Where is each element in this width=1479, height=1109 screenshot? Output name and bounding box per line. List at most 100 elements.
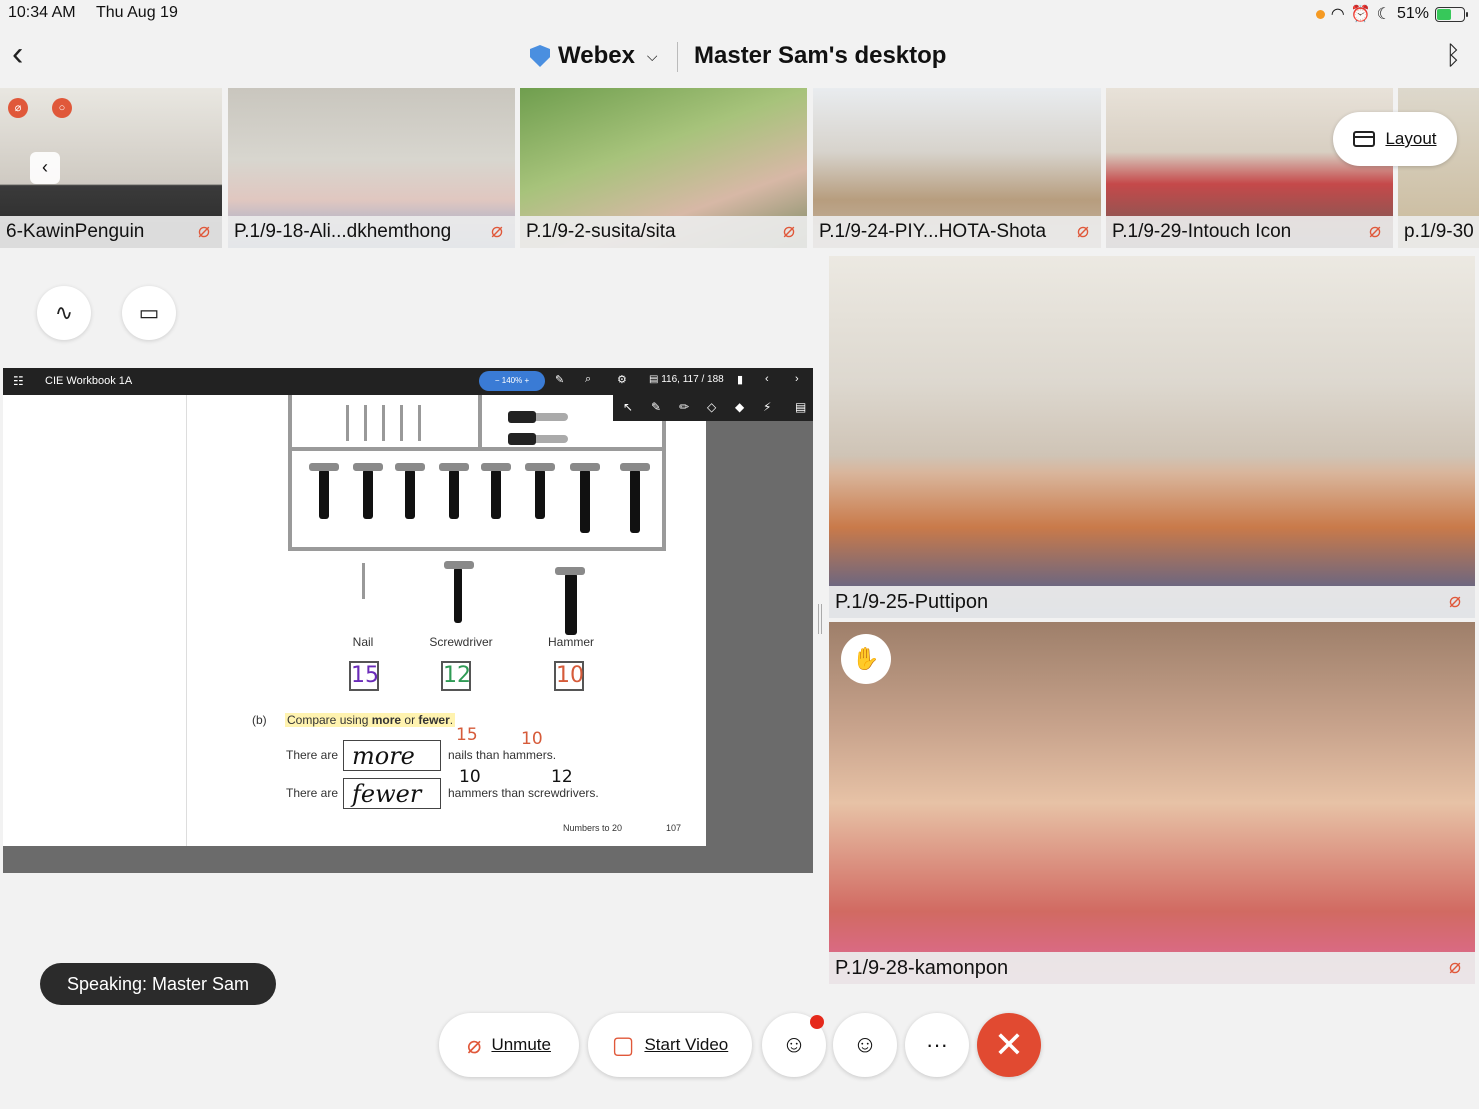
screwdriver-image [508,411,568,423]
video-tile[interactable]: P.1/9-25-Puttipon ⌀ [829,256,1475,618]
mute-indicator-icon: ⌀ [8,98,28,118]
edit-icon[interactable]: ✎ [555,373,564,386]
status-time: 10:34 AM [8,4,76,21]
mic-off-icon: ⌀ [1076,220,1089,242]
participant-name-bar: 6-KawinPenguin [0,216,222,248]
page-total: / 188 [701,374,724,385]
participant-tile[interactable]: P.1/9-29-Intouch Icon ⌀ [1106,88,1393,248]
handwritten-number: 10 [459,767,481,787]
prev-page-icon[interactable]: ‹ [765,373,769,385]
pointer-icon[interactable]: ↖ [623,400,633,414]
header-divider [677,42,678,72]
sentence-suffix: nails than hammers. [448,748,557,762]
layout-button[interactable]: Layout [1333,112,1457,166]
participant-name-bar: P.1/9-28-kamonpon [829,952,1475,984]
mic-in-use-indicator-icon [1315,9,1325,19]
screwdriver-label: Screwdriver [429,635,493,649]
nail-count: 15 [349,661,379,691]
start-video-label: Start Video [644,1035,729,1054]
mic-off-icon: ⌀ [197,220,210,242]
laser-icon[interactable]: ⚡ [763,400,771,414]
unmute-label: Unmute [491,1035,551,1054]
participant-name: P.1/9-24-PIY...HOTA-Shota [819,221,1047,242]
save-icon[interactable]: ▤ [795,400,806,414]
start-video-button[interactable]: ▢ Start Video [588,1013,752,1077]
nail-image [364,405,367,441]
mic-off-icon: ⌀ [467,1031,482,1059]
leave-meeting-button[interactable]: ✕ [977,1013,1041,1077]
mic-off-icon: ⌀ [1448,590,1461,612]
participant-tile[interactable]: P.1/9-18-Ali...dkhemthong ⌀ [228,88,515,248]
video-tile[interactable]: ✋ P.1/9-28-kamonpon ⌀ [829,622,1475,984]
zoom-control[interactable]: − 140% + [479,371,545,391]
search-icon[interactable]: ⌕ [585,373,591,386]
nail-image [382,405,385,441]
shield-icon [530,45,550,67]
app-switcher[interactable]: Webex ⌵ [530,42,658,70]
app-name: Webex [558,42,635,69]
bookmark-icon[interactable]: ▮ [737,373,743,386]
participant-name: P.1/9-25-Puttipon [835,590,989,613]
nail-image [400,405,403,441]
hammer-image [395,463,425,519]
participant-name-bar: P.1/9-25-Puttipon [829,586,1475,618]
participant-name: P.1/9-28-kamonpon [835,956,1009,979]
unmute-button[interactable]: ⌀ Unmute [439,1013,579,1077]
video-off-icon: ▢ [611,1031,635,1059]
mic-off-icon: ⌀ [782,220,795,242]
hammer-image [525,463,555,519]
share-screen-button[interactable]: ▭ [122,286,176,340]
clear-icon[interactable]: ◆ [735,400,744,414]
participant-name: P.1/9-29-Intouch Icon [1112,221,1292,242]
participant-name-bar: P.1/9-2-susita/sita [520,216,807,248]
bluetooth-icon[interactable]: ᛒ [1445,40,1461,71]
hammer-legend-image [555,567,585,635]
nail-legend-image [362,563,365,599]
speaking-indicator: Speaking: Master Sam [40,963,276,1005]
close-icon: ✕ [993,1024,1025,1065]
doc-toolbar: ☷ CIE Workbook 1A − 140% + ✎ ⌕ ⚙ ▤ 116, … [3,368,813,395]
highlighter-icon[interactable]: ✎ [651,400,661,414]
annotate-button[interactable]: ∿ [37,286,91,340]
part-label: (b) [252,713,267,727]
workbook-page: Nail Screwdriver Hammer 15 12 10 (b) Com… [3,395,706,846]
participants-button[interactable]: ☺ [762,1013,826,1077]
shared-screen[interactable]: ☷ CIE Workbook 1A − 140% + ✎ ⌕ ⚙ ▤ 116, … [3,368,813,873]
screen-share-icon: ▭ [138,300,160,325]
status-date: Thu Aug 19 [96,4,178,21]
zoom-level: 140% [501,376,523,385]
question-title: Compare using more or fewer. [285,713,456,727]
layout-label: Layout [1385,129,1437,148]
participant-name: p.1/9-30 [1404,221,1474,242]
pen-icon[interactable]: ✏ [679,400,689,414]
hammer-image [309,463,339,519]
settings-icon[interactable]: ⚙ [617,373,627,386]
handwritten-number: 12 [551,767,573,787]
moon-icon: ☾ [1376,6,1391,23]
screwdriver-image [508,433,568,445]
answer-box[interactable]: more [343,740,441,771]
participant-name-bar: P.1/9-18-Ali...dkhemthong [228,216,515,248]
participant-tile[interactable]: P.1/9-2-susita/sita ⌀ [520,88,807,248]
participant-tile[interactable]: P.1/9-24-PIY...HOTA-Shota ⌀ [813,88,1101,248]
answer-box[interactable]: fewer [343,778,441,809]
hammer-label: Hammer [547,635,594,649]
screwdriver-legend-image [444,561,474,623]
next-page-icon[interactable]: › [795,373,799,385]
alarm-icon: ⏰ [1350,6,1371,23]
hammer-image [620,463,650,533]
handwritten-number: 10 [521,729,543,749]
split-resize-handle[interactable] [818,604,822,634]
page-indicator: ▤ 116, 117 / 188 [649,374,724,385]
reactions-button[interactable]: ☺ [833,1013,897,1077]
pen-scribble-icon: ∿ [54,300,74,325]
more-options-button[interactable]: ··· [905,1013,969,1077]
record-indicator-icon: ○ [52,98,72,118]
eraser-icon[interactable]: ◇ [707,400,716,414]
strip-scroll-left-button[interactable]: ‹ [30,152,60,184]
battery-percent: 51% [1396,5,1429,22]
hammer-image [570,463,600,533]
grid-menu-icon[interactable]: ☷ [13,374,24,388]
back-button[interactable]: ‹ [12,37,42,74]
nails-frame [288,395,482,451]
